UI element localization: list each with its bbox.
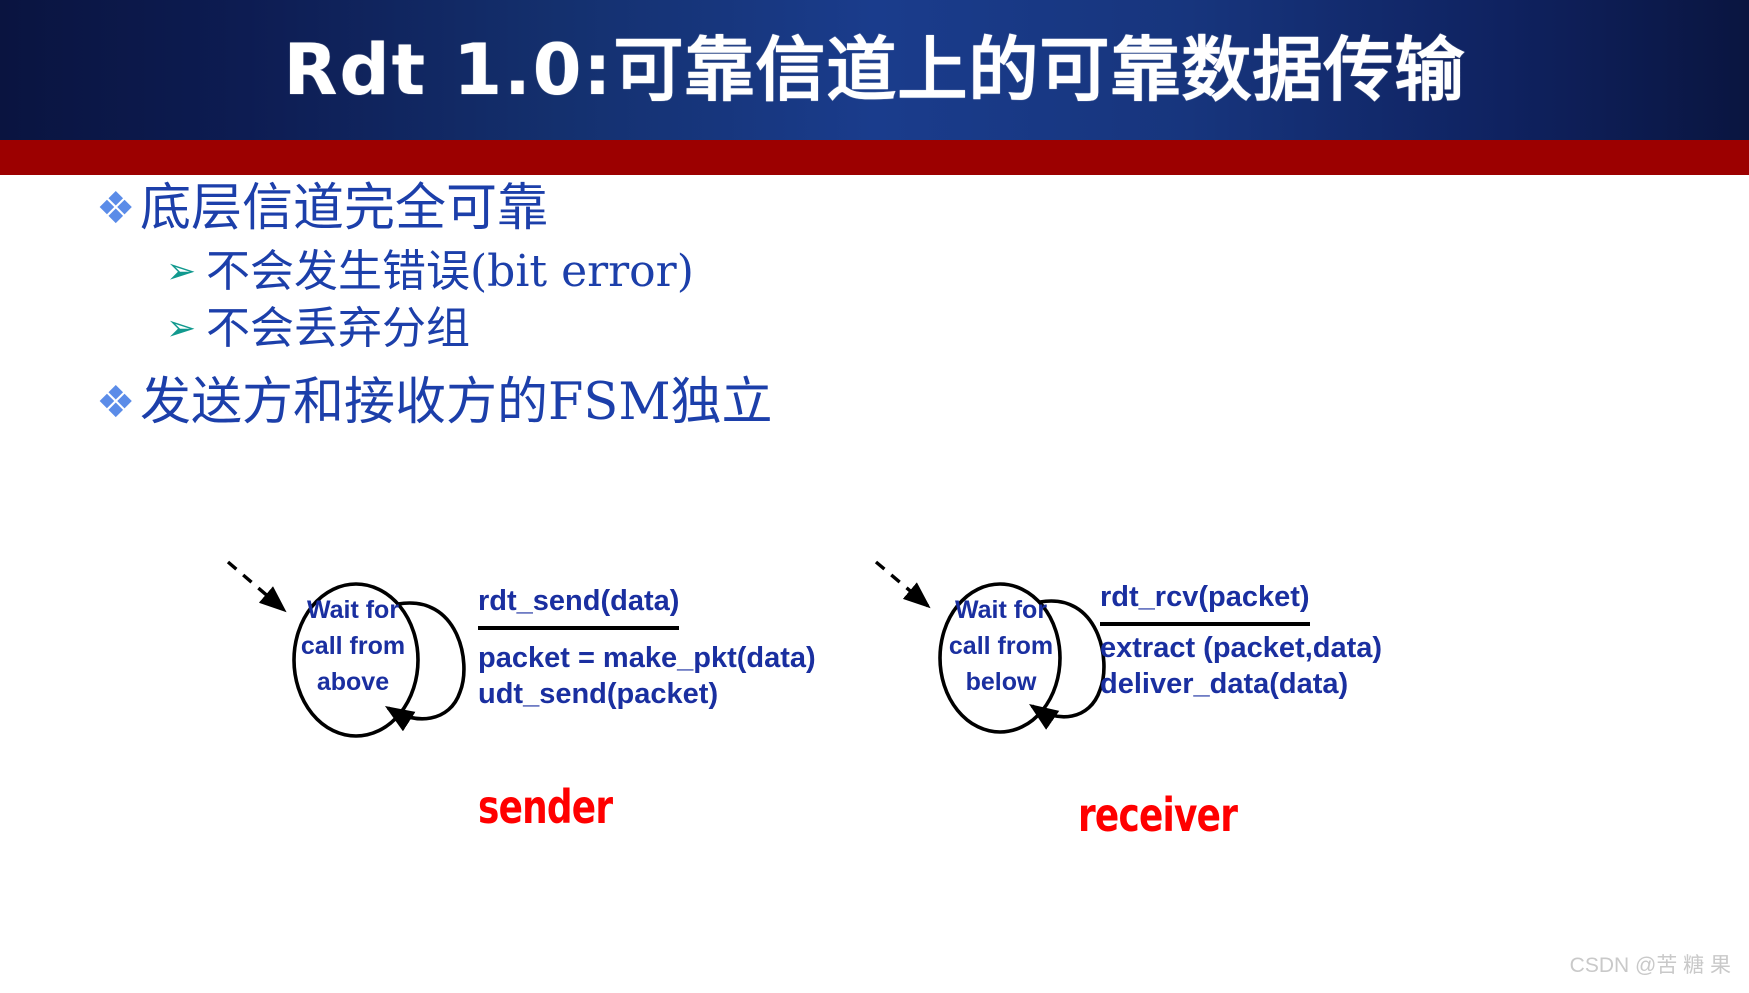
sender-state-line-2: call from [300, 632, 406, 660]
receiver-role-label: receiver [1078, 788, 1238, 842]
diamond-bullet-icon: ❖ [96, 377, 136, 428]
bullet-list: ❖ 底层信道完全可靠 ➢ 不会发生错误(bit error) ➢ 不会丢弃分组 … [0, 178, 1749, 438]
sender-transition-action-2: udt_send(packet) [478, 678, 719, 710]
sender-transition-action-1: packet = make_pkt(data) [478, 642, 816, 674]
bullet-label: 不会丢弃分组 [206, 303, 470, 354]
bullet-item-2: ➢ 不会发生错误(bit error) [0, 244, 1749, 299]
receiver-state-line-2: call from [948, 632, 1054, 660]
arrow-bullet-icon: ➢ [166, 308, 197, 349]
receiver-transition-action-2: deliver_data(data) [1100, 668, 1349, 700]
bullet-item-3: ➢ 不会丢弃分组 [0, 301, 1749, 356]
page-title-chinese: 可靠信道上的可靠数据传输 [613, 29, 1466, 111]
bullet-item-1: ❖ 底层信道完全可靠 [0, 178, 1749, 240]
title-red-rule [0, 140, 1749, 175]
receiver-transition-label: rdt_rcv(packet) extract (packet,data) de… [1100, 580, 1382, 702]
page-title-latin: Rdt 1.0: [283, 29, 614, 111]
bullet-item-4: ❖ 发送方和接收方的FSM独立 [0, 372, 1749, 434]
receiver-transition-event: rdt_rcv(packet) [1100, 580, 1310, 626]
diamond-bullet-icon: ❖ [96, 183, 136, 234]
sender-state-line-3: above [316, 668, 390, 696]
bullet-label: 不会发生错误(bit error) [206, 246, 694, 297]
arrow-bullet-icon: ➢ [166, 251, 197, 292]
fsm-diagram-area: Wait for call from above rdt_send(data) … [0, 540, 1749, 920]
receiver-state-label: Wait for call from below [916, 592, 1086, 700]
receiver-state-line-1: Wait for [954, 596, 1048, 624]
receiver-transition-action-1: extract (packet,data) [1100, 632, 1383, 664]
sender-transition-label: rdt_send(data) packet = make_pkt(data) u… [478, 584, 816, 712]
watermark: CSDN @苦 糖 果 [1569, 954, 1731, 977]
sender-transition-event: rdt_send(data) [478, 584, 680, 630]
sender-role-label: sender [478, 780, 613, 834]
sender-state-line-1: Wait for [306, 596, 400, 624]
page-title: Rdt 1.0:可靠信道上的可靠数据传输 [284, 35, 1466, 105]
title-banner: Rdt 1.0:可靠信道上的可靠数据传输 [0, 0, 1749, 140]
bullet-label: 底层信道完全可靠 [140, 179, 549, 238]
bullet-label: 发送方和接收方的FSM独立 [140, 373, 773, 432]
sender-state-label: Wait for call from above [268, 592, 438, 700]
receiver-state-line-3: below [965, 668, 1037, 696]
